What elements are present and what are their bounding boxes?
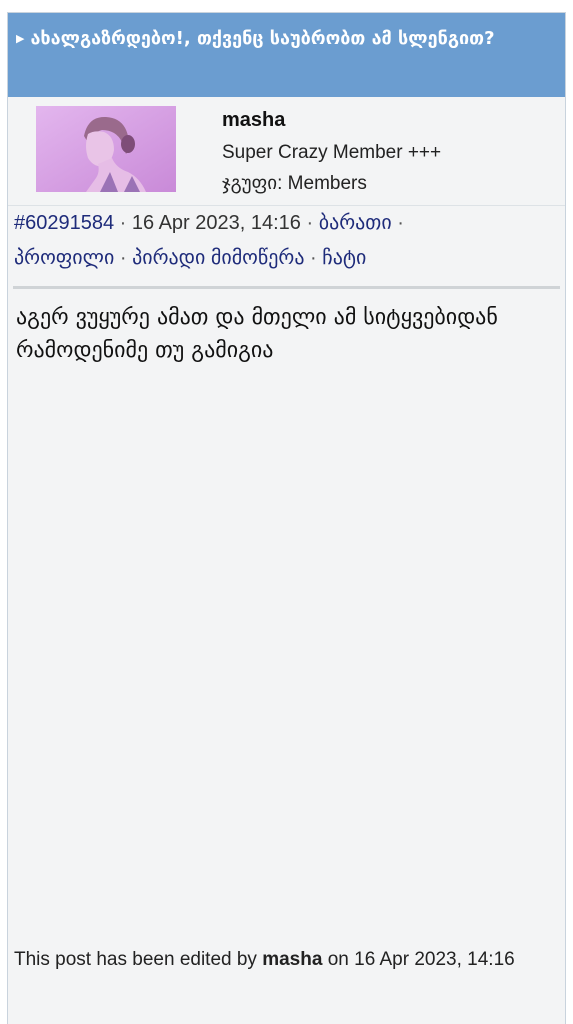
author-group-label: ჯგუფი:: [222, 173, 283, 194]
post-date: 16 Apr 2023, 14:16: [131, 212, 301, 234]
post-id-link[interactable]: #60291584: [14, 212, 114, 234]
private-message-link[interactable]: პირადი მიმოწერა: [132, 247, 304, 269]
edited-on: on: [327, 949, 349, 970]
thread-title-bar[interactable]: ▶ ახალგაზრდებო!, თქვენც საუბრობთ ამ სლენგ…: [8, 13, 565, 97]
caret-right-icon: ▶: [16, 32, 25, 45]
chat-link[interactable]: ჩატი: [322, 247, 366, 269]
author-group-value: Members: [287, 173, 367, 194]
avatar[interactable]: [36, 106, 176, 192]
separator: ·: [310, 247, 323, 269]
separator: ·: [397, 212, 404, 234]
author-rank: Super Crazy Member +++: [222, 142, 442, 163]
separator: ·: [119, 247, 133, 269]
separator: ·: [119, 212, 132, 234]
post-body: აგერ ვუყურე ამათ და მთელი ამ სიტყვებიდან…: [16, 305, 498, 363]
post-container: ▶ ახალგაზრდებო!, თქვენც საუბრობთ ამ სლენგ…: [7, 12, 566, 1024]
post-meta: #60291584 · 16 Apr 2023, 14:16 · ბარათი …: [8, 206, 565, 276]
avatar-image: [36, 106, 176, 192]
author-group: ჯგუფი: Members: [222, 172, 367, 195]
separator: ·: [306, 212, 319, 234]
edited-note: This post has been edited by masha on 16…: [14, 949, 515, 971]
thread-title[interactable]: ახალგაზრდებო!, თქვენც საუბრობთ ამ სლენგი…: [30, 28, 494, 49]
profile-link[interactable]: პროფილი: [14, 247, 114, 269]
edited-by[interactable]: masha: [262, 949, 322, 970]
edited-date: 16 Apr 2023, 14:16: [354, 949, 515, 970]
edited-prefix: This post has been edited by: [14, 949, 257, 970]
author-name[interactable]: masha: [222, 109, 285, 132]
author-panel: masha Super Crazy Member +++ ჯგუფი: Memb…: [8, 97, 565, 206]
card-link[interactable]: ბარათი: [319, 212, 392, 234]
